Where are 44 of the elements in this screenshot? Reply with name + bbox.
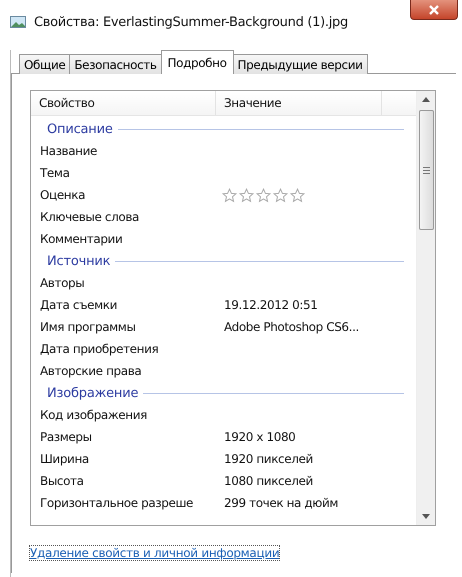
property-value: 1920 пикселей (223, 452, 313, 466)
property-name: Комментарии (39, 232, 124, 246)
property-name: Горизонтальное разреше (39, 496, 194, 510)
tab[interactable]: Безопасность (69, 54, 162, 74)
remove-properties-link[interactable]: Удаление свойств и личной информации (30, 546, 280, 560)
property-name: Дата съемки (39, 298, 118, 312)
close-icon (427, 4, 441, 14)
property-name: Размеры (39, 430, 93, 444)
window-title: Свойства: EverlastingSummer-Background (1).jpg (34, 14, 348, 30)
star-icon (239, 188, 254, 202)
property-value: 1080 пикселей (223, 474, 313, 488)
star-icon (273, 188, 288, 202)
property-value: 299 точек на дюйм (223, 496, 338, 510)
property-value: Adobe Photoshop CS6... (223, 320, 359, 334)
column-header[interactable]: Значение (216, 91, 382, 115)
property-name: Высота (39, 474, 85, 488)
scroll-up-arrow-icon[interactable] (422, 97, 430, 102)
group-heading: Изображение (47, 386, 138, 400)
property-name: Авторские права (39, 364, 142, 378)
property-name: Тема (39, 166, 71, 180)
property-value: 1920 x 1080 (223, 430, 296, 444)
close-button[interactable] (410, 0, 458, 20)
image-file-icon (10, 16, 26, 28)
column-header[interactable]: Свойство (31, 91, 216, 115)
property-value: 19.12.2012 0:51 (223, 298, 318, 312)
group-heading: Описание (47, 122, 113, 136)
property-name: Ширина (39, 452, 90, 466)
star-icon (290, 188, 305, 202)
group-heading: Источник (47, 254, 110, 268)
property-name: Ключевые слова (39, 210, 140, 224)
tab[interactable]: Подробно (160, 50, 234, 74)
tab[interactable]: Предыдущие версии (232, 54, 368, 74)
property-name: Авторы (39, 276, 86, 290)
scrollbar[interactable] (416, 91, 435, 525)
scroll-thumb[interactable] (418, 110, 434, 230)
property-name: Оценка (39, 188, 86, 202)
tab[interactable]: Общие (19, 54, 70, 74)
property-name: Дата приобретения (39, 342, 160, 356)
property-name: Код изображения (39, 408, 148, 422)
scroll-down-arrow-icon[interactable] (422, 514, 430, 519)
star-icon (256, 188, 271, 202)
property-name: Название (39, 144, 98, 158)
star-icon (222, 188, 237, 202)
property-name: Имя программы (39, 320, 137, 334)
